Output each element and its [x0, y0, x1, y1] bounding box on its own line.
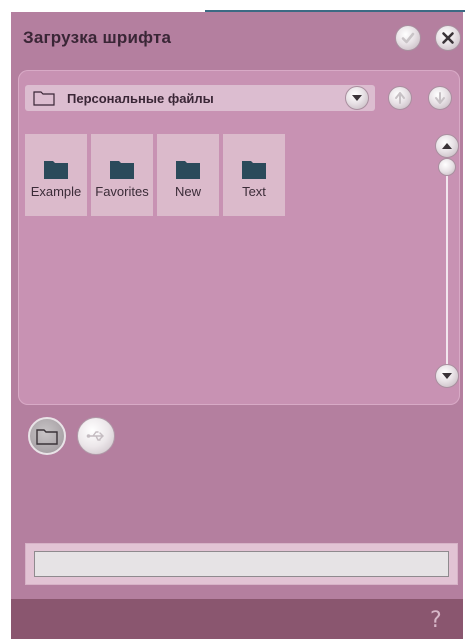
arrow-down-icon [435, 92, 445, 104]
location-dropdown-button[interactable] [345, 86, 369, 110]
dialog-title: Загрузка шрифта [23, 28, 172, 47]
close-icon [442, 32, 454, 44]
help-icon[interactable]: ? [430, 608, 442, 633]
bottom-bar: ? [11, 599, 463, 639]
folder-item-label: Text [242, 184, 266, 199]
checkmark-icon [401, 32, 415, 44]
scroll-up-button[interactable] [435, 134, 459, 158]
scrollbar-track[interactable] [446, 165, 448, 365]
folder-item[interactable]: Example [25, 134, 87, 216]
folder-icon [36, 429, 58, 445]
filename-field-frame [25, 543, 458, 585]
source-folder-button[interactable] [28, 417, 66, 455]
close-button[interactable] [435, 25, 461, 51]
top-edge-strip [205, 0, 465, 12]
folder-icon [176, 161, 200, 179]
arrow-up-icon [395, 92, 405, 104]
scroll-down-button[interactable] [435, 364, 459, 388]
folder-outline-icon [33, 91, 55, 106]
font-load-dialog: Загрузка шрифта Персональные файлы Examp… [11, 12, 463, 639]
folder-item-label: Favorites [95, 184, 149, 199]
folder-item-label: Example [30, 184, 82, 199]
source-usb-button[interactable] [77, 417, 115, 455]
usb-icon [86, 431, 104, 441]
folder-icon [44, 161, 68, 179]
location-label: Персональные файлы [67, 91, 214, 106]
location-selector[interactable]: Персональные файлы [25, 85, 375, 111]
folder-down-button[interactable] [428, 86, 452, 110]
chevron-up-icon [442, 143, 452, 149]
folder-up-button[interactable] [388, 86, 412, 110]
folder-item-label: New [174, 184, 201, 199]
chevron-down-icon [352, 95, 362, 101]
folder-item[interactable]: Text [223, 134, 285, 216]
file-browser-panel: Персональные файлы Example Favorites New… [18, 70, 460, 405]
folder-icon [242, 161, 266, 179]
filename-input[interactable] [34, 551, 449, 577]
folder-item[interactable]: New [157, 134, 219, 216]
scrollbar-thumb[interactable] [438, 158, 456, 176]
folder-icon [110, 161, 134, 179]
confirm-button[interactable] [395, 25, 421, 51]
chevron-down-icon [442, 373, 452, 379]
folder-item[interactable]: Favorites [91, 134, 153, 216]
